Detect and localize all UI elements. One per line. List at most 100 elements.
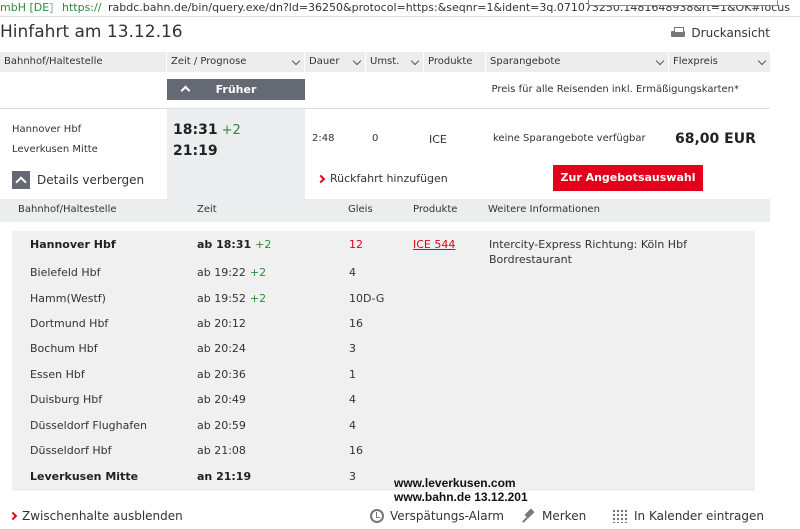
stop-track: 3 (349, 342, 356, 355)
stop-time-value: ab 18:31 (197, 238, 252, 251)
watermark-line1: www.leverkusen.com (394, 476, 516, 490)
journey-details-panel (12, 231, 755, 491)
stop-track: 4 (349, 266, 356, 279)
delay-alarm-link[interactable]: Verspätungs-Alarm (370, 509, 504, 523)
stop-time: ab 18:31 +2 (197, 238, 271, 251)
stop-time-value: an 21:19 (197, 470, 252, 483)
watermark-line2: www.bahn.de 13.12.201 (394, 490, 528, 504)
detail-column-header: Bahnhof/Haltestelle Zeit Gleis Produkte … (0, 199, 770, 222)
stop-time: ab 20:59 (197, 419, 246, 432)
arrival-time: 21:19 (173, 143, 218, 159)
stop-name: Hamm(Westf) (30, 292, 106, 305)
dcol-station: Bahnhof/Haltestelle (18, 204, 117, 215)
site-identity: mbH [DE] (0, 1, 54, 14)
col-products: Produkte (424, 52, 486, 72)
train-info-line1: Intercity-Express Richtung: Köln Hbf (489, 238, 687, 251)
chevron-down-icon (291, 56, 301, 66)
stop-time-value: ab 20:36 (197, 368, 246, 381)
chevron-up-icon (180, 85, 191, 96)
stop-name: Bielefeld Hbf (30, 266, 101, 279)
stop-track: 1 (349, 368, 356, 381)
stop-name: Düsseldorf Flughafen (30, 419, 147, 432)
stop-name: Bochum Hbf (30, 342, 98, 355)
offer-selection-button[interactable]: Zur Angebotsauswahl (553, 165, 703, 191)
hide-intermediate-stops-link[interactable]: Zwischenhalte ausblenden (8, 509, 183, 523)
chevron-down-icon (410, 56, 420, 66)
train-product-link[interactable]: ICE 544 (413, 238, 455, 251)
departure-time: 18:31 +2 (173, 122, 241, 138)
hide-details-button[interactable]: Details verbergen (12, 171, 144, 189)
stop-name: Düsseldorf Hbf (30, 444, 112, 457)
add-to-calendar-link[interactable]: In Kalender eintragen (612, 509, 764, 523)
stop-delay: +2 (249, 292, 267, 305)
stop-name: Dortmund Hbf (30, 317, 109, 330)
stop-track: 10D-G (349, 292, 385, 305)
col-spar-sort[interactable]: Sparangebote (486, 52, 669, 72)
spar-value: keine Sparangebote verfügbar (493, 133, 646, 144)
stop-time: ab 20:24 (197, 342, 246, 355)
bookmark-link[interactable]: Merken (522, 509, 586, 523)
price-note: Preis für alle Reisenden inkl. Ermäßigun… (491, 84, 739, 95)
stop-name: Hannover Hbf (30, 238, 116, 251)
stop-track: 12 (349, 238, 363, 251)
stop-track: 4 (349, 419, 356, 432)
product-value: ICE (429, 133, 447, 146)
stop-time-value: ab 21:08 (197, 444, 246, 457)
dcol-products: Produkte (413, 204, 458, 215)
stop-time-value: ab 20:59 (197, 419, 246, 432)
alarm-clock-icon (370, 509, 384, 523)
pin-icon (522, 509, 536, 523)
chevron-right-icon (316, 174, 326, 183)
stop-name: Essen Hbf (30, 368, 85, 381)
page-title: Hinfahrt am 13.12.16 (0, 22, 183, 42)
chevron-down-icon (655, 56, 665, 66)
stop-time: an 21:19 (197, 470, 251, 483)
changes-value: 0 (372, 133, 379, 144)
chevron-right-icon (8, 511, 18, 521)
popup-window-edge (588, 0, 778, 6)
stop-track: 3 (349, 470, 356, 483)
earlier-button[interactable]: Früher (167, 79, 305, 100)
dcol-time: Zeit (197, 204, 217, 215)
collapse-icon (12, 171, 30, 189)
result-column-header: Bahnhof/Haltestelle Zeit / Prognose Daue… (0, 52, 770, 72)
url-protocol: https:// (62, 1, 102, 14)
stop-time-value: ab 20:24 (197, 342, 246, 355)
stop-time: ab 20:49 (197, 393, 246, 406)
dcol-track: Gleis (348, 204, 373, 215)
stop-time: ab 19:22 +2 (197, 266, 266, 279)
departure-delay: +2 (221, 123, 241, 138)
dcol-info: Weitere Informationen (488, 204, 600, 215)
calendar-icon (612, 509, 628, 523)
flex-price[interactable]: 68,00 EUR (675, 131, 756, 147)
stop-name: Leverkusen Mitte (30, 470, 139, 483)
address-separator: | (50, 1, 54, 14)
stop-delay: +2 (255, 238, 272, 251)
stop-time: ab 20:36 (197, 368, 246, 381)
print-view-link[interactable]: Druckansicht (671, 26, 770, 40)
chevron-down-icon (757, 56, 767, 66)
stop-delay: +2 (249, 266, 267, 279)
stop-time-value: ab 20:12 (197, 317, 246, 330)
col-flex-sort[interactable]: Flexpreis (669, 52, 770, 72)
printer-icon (671, 27, 686, 39)
add-return-trip-link[interactable]: Rückfahrt hinzufügen (316, 172, 448, 185)
stop-track: 16 (349, 317, 363, 330)
connection-from: Hannover Hbf (12, 124, 82, 135)
stop-time: ab 19:52 +2 (197, 292, 266, 305)
chevron-down-icon (352, 56, 362, 66)
stop-time-value: ab 20:49 (197, 393, 246, 406)
print-view-label: Druckansicht (691, 26, 770, 40)
col-duration-sort[interactable]: Dauer (305, 52, 366, 72)
duration-value: 2:48 (312, 133, 335, 144)
stop-track: 16 (349, 444, 363, 457)
col-time-sort[interactable]: Zeit / Prognose (167, 52, 305, 72)
stop-time: ab 20:12 (197, 317, 246, 330)
stop-time-value: ab 19:22 (197, 266, 246, 279)
col-station: Bahnhof/Haltestelle (0, 52, 167, 72)
stop-name: Duisburg Hbf (30, 393, 103, 406)
train-info-line2: Bordrestaurant (489, 253, 572, 266)
stop-track: 4 (349, 393, 356, 406)
connection-to: Leverkusen Mitte (12, 144, 98, 155)
col-changes-sort[interactable]: Umst. (366, 52, 424, 72)
